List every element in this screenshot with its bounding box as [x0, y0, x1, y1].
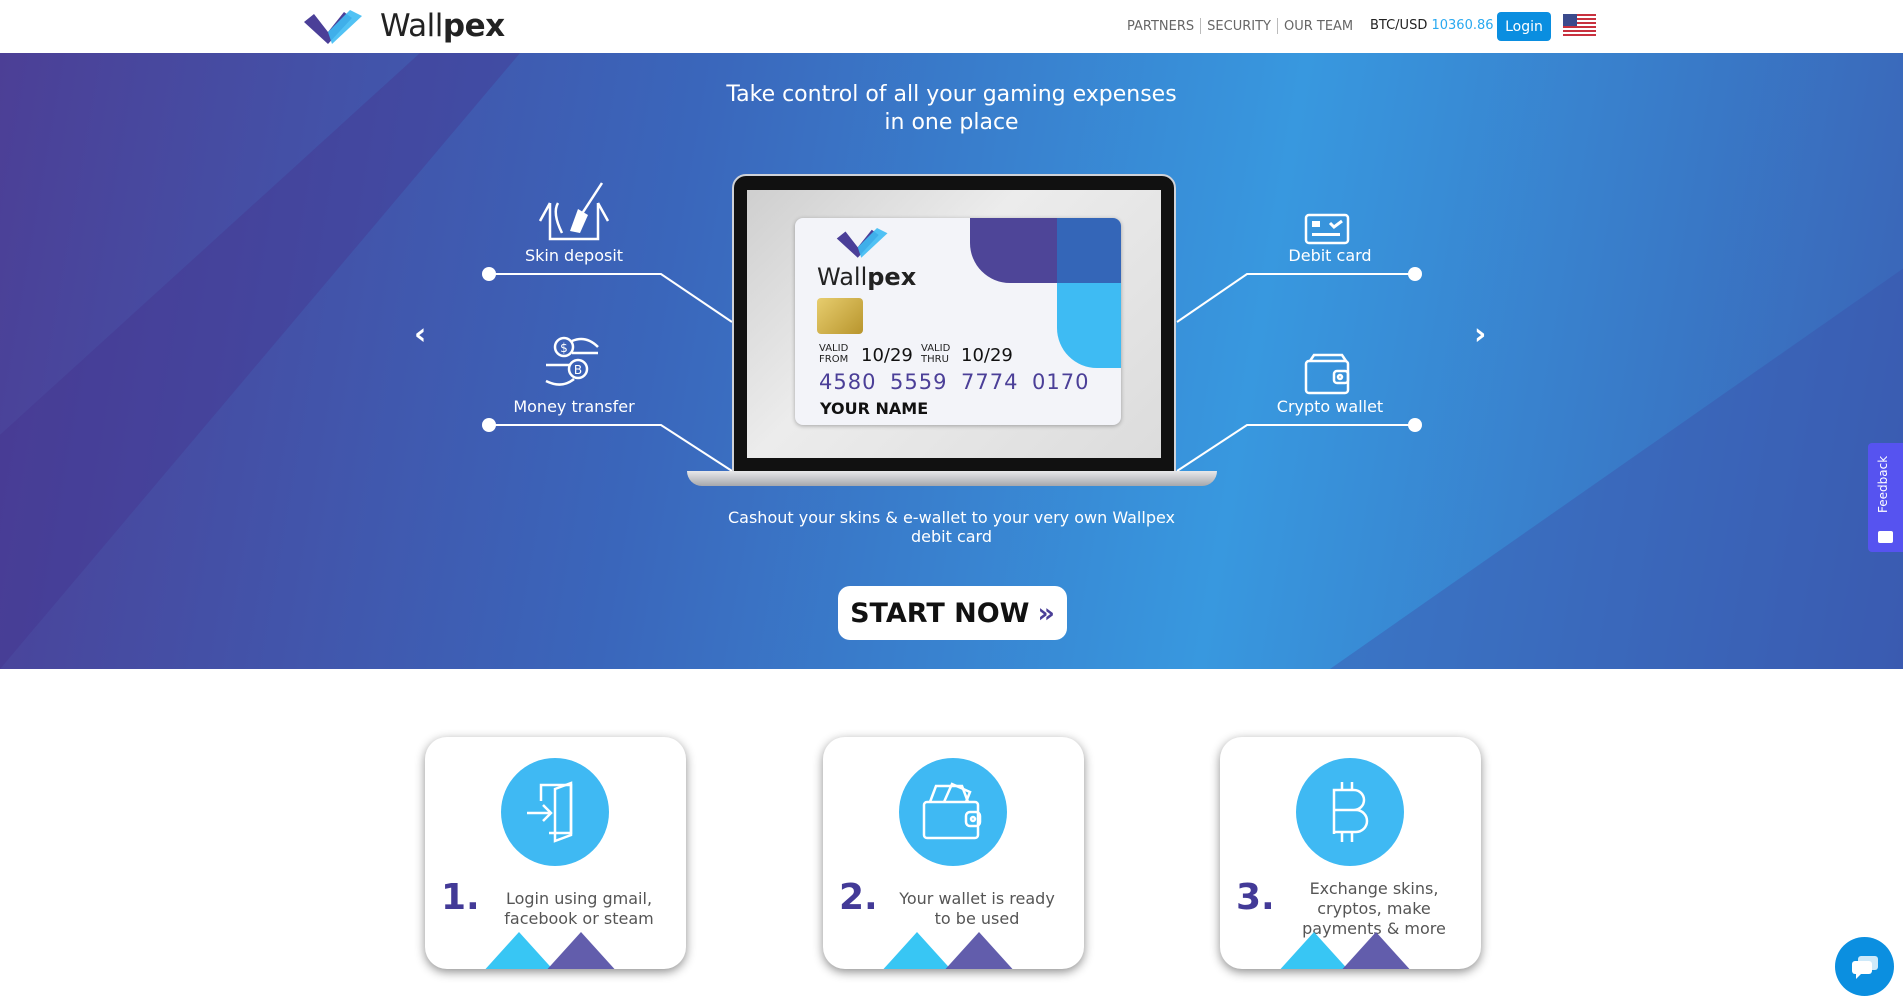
main-nav: PARTNERS SECURITY OUR TEAM: [1127, 18, 1353, 34]
nav-divider: [1200, 18, 1202, 34]
card-holder-name: YOUR NAME: [820, 399, 929, 418]
feedback-tab[interactable]: Feedback: [1868, 443, 1903, 552]
svg-text:B: B: [574, 363, 582, 377]
laptop-image: Wallpex VALID FROM 10/29 VALID THRU 10/29 …: [732, 174, 1176, 474]
step-card-2: 2. Your wallet is ready to be used: [823, 737, 1084, 969]
step-text: Login using gmail, facebook or steam: [504, 889, 654, 928]
nav-partners[interactable]: PARTNERS: [1127, 19, 1194, 34]
nav-our-team[interactable]: OUR TEAM: [1284, 19, 1353, 34]
card-chip-icon: [817, 298, 863, 334]
laptop-base: [687, 471, 1217, 486]
feedback-face-icon: [1878, 531, 1893, 543]
step-number: 1.: [441, 877, 480, 918]
double-chevron-icon: »: [1037, 597, 1055, 629]
valid-thru-date: 10/29: [961, 345, 1013, 366]
login-button[interactable]: Login: [1497, 12, 1551, 41]
step-text: Your wallet is ready to be used: [899, 889, 1055, 928]
carousel-next-arrow-icon[interactable]: ›: [1474, 317, 1486, 352]
carousel-prev-arrow-icon[interactable]: ‹: [414, 317, 426, 352]
feature-debit-card: Debit card: [1288, 246, 1372, 265]
wallpex-logo-icon: [304, 10, 362, 44]
step-card-1: 1. Login using gmail, facebook or steam: [425, 737, 686, 969]
svg-text:$: $: [560, 341, 568, 355]
crypto-wallet-icon: [1304, 353, 1350, 395]
wallet-icon: [899, 758, 1007, 866]
btc-label: BTC/USD: [1370, 18, 1428, 33]
valid-thru-label: VALID THRU: [921, 343, 951, 365]
step-number: 3.: [1236, 877, 1275, 918]
logo[interactable]: Wallpex: [302, 8, 505, 44]
login-door-icon: [501, 758, 609, 866]
valid-from-label: VALID FROM: [819, 343, 849, 365]
nav-security[interactable]: SECURITY: [1207, 19, 1271, 34]
hero-caption: Cashout your skins & e-wallet to your ve…: [727, 508, 1175, 546]
card-number-group: 5559: [890, 370, 948, 394]
feature-money-transfer: Money transfer: [513, 397, 635, 416]
card-number-group: 0170: [1032, 370, 1090, 394]
bitcoin-icon: [1296, 758, 1404, 866]
us-flag-icon[interactable]: [1563, 14, 1596, 38]
start-now-button[interactable]: START NOW»: [838, 586, 1067, 640]
card-logo-icon: [836, 228, 888, 258]
debit-card-image: Wallpex VALID FROM 10/29 VALID THRU 10/29 …: [795, 218, 1121, 425]
btc-usd-rate: BTC/USD 10360.86: [1370, 18, 1494, 33]
skin-deposit-icon: [538, 182, 610, 241]
logo-text: Wallpex: [380, 8, 505, 44]
card-number-group: 4580: [819, 370, 877, 394]
card-number-group: 7774: [961, 370, 1019, 394]
feature-crypto-wallet: Crypto wallet: [1276, 397, 1384, 416]
feedback-label: Feedback: [1876, 455, 1890, 513]
feature-skin-deposit: Skin deposit: [524, 246, 624, 265]
money-transfer-icon: $B: [545, 336, 599, 386]
step-text: Exchange skins, cryptos, make payments & m…: [1302, 879, 1446, 938]
laptop-screen: Wallpex VALID FROM 10/29 VALID THRU 10/29 …: [747, 190, 1161, 458]
btc-value: 10360.86: [1431, 18, 1494, 33]
nav-divider: [1276, 18, 1278, 34]
hero-section: Take control of all your gaming expenses…: [0, 53, 1903, 669]
chat-bubble-icon: [1851, 955, 1878, 979]
header: Wallpex PARTNERS SECURITY OUR TEAM BTC/U…: [0, 0, 1903, 53]
card-brand: Wallpex: [817, 263, 917, 291]
step-number: 2.: [839, 877, 878, 918]
valid-from-date: 10/29: [861, 345, 913, 366]
step-card-3: 3. Exchange skins, cryptos, make payments …: [1220, 737, 1481, 969]
chat-widget-button[interactable]: [1835, 937, 1894, 996]
debit-card-icon: [1304, 213, 1350, 245]
